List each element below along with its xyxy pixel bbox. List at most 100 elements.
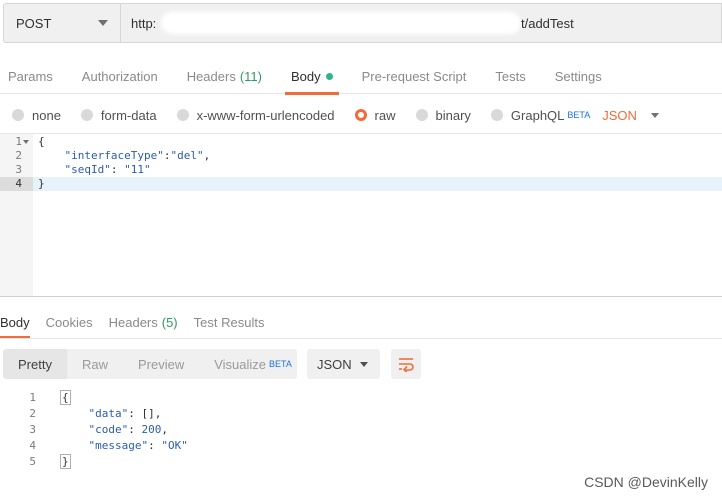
matched-brace: { [60, 390, 71, 405]
request-tabs: Params Authorization Headers (11) Body Pr… [0, 58, 722, 95]
json-end: , [161, 423, 168, 436]
code-text: { [38, 135, 45, 148]
json-value: "del" [170, 149, 204, 162]
code-text: { [60, 390, 71, 406]
code-text: "data": [], [62, 406, 162, 422]
view-raw[interactable]: Raw [67, 349, 123, 379]
radio-circle-icon [80, 109, 93, 121]
response-format-label: JSON [317, 356, 352, 372]
code-line: 1 { [0, 135, 722, 149]
view-visualize[interactable]: Visualize BETA [199, 349, 307, 379]
response-line: 1 { [0, 390, 722, 406]
radio-raw[interactable]: raw [354, 108, 396, 123]
json-sep: : [148, 439, 162, 452]
line-number: 2 [15, 149, 22, 162]
radio-graphql[interactable]: GraphQL BETA [490, 107, 591, 123]
json-key: "message" [88, 439, 149, 452]
json-key: "code" [88, 423, 129, 436]
radio-label: GraphQL [510, 107, 565, 123]
tab-settings[interactable]: Settings [547, 58, 610, 94]
tab-label: Tests [495, 68, 526, 84]
response-line: 5 } [0, 454, 722, 470]
line-number: 5 [29, 455, 36, 468]
response-tab-cookies[interactable]: Cookies [46, 308, 93, 336]
view-label: Raw [81, 356, 108, 372]
wrap-lines-icon [399, 358, 414, 372]
code-text: "message": "OK" [62, 438, 188, 454]
response-line: 3 "code": 200, [0, 422, 722, 438]
request-body-editor[interactable]: 1 { 2 "interfaceType":"del", 3 "seqId": … [0, 133, 722, 297]
method-label: POST [16, 15, 52, 31]
tab-params[interactable]: Params [0, 58, 61, 94]
tab-headers[interactable]: Headers (11) [179, 58, 270, 94]
json-value: "11" [124, 163, 151, 176]
json-key: "data" [88, 407, 129, 420]
response-line: 2 "data": [], [0, 406, 722, 422]
radio-label: binary [435, 107, 471, 123]
response-tabs: Body Cookies Headers (5) Test Results [0, 308, 280, 338]
radio-label: form-data [100, 107, 157, 123]
method-select[interactable]: POST [3, 3, 121, 43]
json-key: "seqId" [64, 163, 111, 176]
url-input[interactable]: http: t/addTest [121, 3, 722, 43]
line-number: 4 [0, 177, 33, 191]
view-preview[interactable]: Preview [123, 349, 199, 379]
tab-label: Settings [554, 68, 602, 84]
line-number: 1 [15, 135, 22, 148]
tab-label: Body [0, 314, 30, 330]
pane-divider[interactable] [0, 296, 722, 297]
response-format-select[interactable]: JSON [307, 349, 380, 379]
code-text: "interfaceType":"del", [38, 149, 211, 163]
radio-circle-selected-icon [354, 109, 367, 121]
matched-brace: } [60, 454, 71, 469]
json-sep: : [110, 163, 125, 176]
tab-tests[interactable]: Tests [487, 58, 533, 94]
radio-circle-icon [490, 109, 503, 121]
tab-label: Body [290, 68, 321, 84]
request-url-bar: POST http: t/addTest [3, 3, 722, 43]
radio-circle-icon [12, 109, 24, 121]
body-format-label: JSON [602, 107, 637, 123]
response-line: 4 "message": "OK" [0, 438, 722, 454]
code-text: } [60, 454, 71, 470]
line-number: 3 [15, 163, 22, 176]
view-pretty[interactable]: Pretty [3, 349, 67, 379]
beta-badge: BETA [269, 359, 292, 369]
code-line-active: 4 } [0, 177, 722, 191]
chevron-down-icon [98, 20, 108, 26]
beta-badge: BETA [567, 110, 591, 120]
code-text: "code": 200, [62, 422, 169, 438]
radio-circle-icon [176, 109, 189, 121]
radio-label: x-www-form-urlencoded [196, 107, 335, 123]
json-value: "OK" [161, 439, 188, 452]
radio-label: none [32, 107, 61, 123]
wrap-lines-button[interactable] [391, 349, 421, 379]
chevron-down-icon [360, 361, 368, 367]
radio-binary[interactable]: binary [415, 107, 471, 123]
tab-authorization[interactable]: Authorization [74, 58, 166, 94]
headers-count: (11) [239, 68, 262, 84]
response-tab-headers[interactable]: Headers (5) [109, 308, 178, 336]
code-line: 3 "seqId": "11" [0, 163, 722, 177]
tab-label: Headers [108, 314, 158, 330]
radio-x-www-form-urlencoded[interactable]: x-www-form-urlencoded [176, 107, 335, 123]
radio-none[interactable]: none [12, 108, 61, 123]
response-view-tabs: Pretty Raw Preview Visualize BETA [3, 349, 297, 379]
response-tab-test-results[interactable]: Test Results [194, 308, 265, 336]
body-type-options: none form-data x-www-form-urlencoded raw… [12, 104, 659, 126]
redacted-url-blur [161, 12, 521, 34]
tab-label: Authorization [81, 68, 158, 84]
fold-arrow-icon[interactable] [23, 140, 29, 144]
line-number: 1 [29, 391, 36, 404]
body-modified-dot-icon [325, 72, 333, 80]
json-key: "interfaceType" [64, 149, 164, 162]
json-sep: : [128, 407, 142, 420]
code-line: 2 "interfaceType":"del", [0, 149, 722, 163]
body-format-select[interactable]: JSON [602, 108, 659, 123]
tab-body[interactable]: Body [283, 58, 341, 95]
tab-pre-request-script[interactable]: Pre-request Script [354, 58, 475, 94]
line-number: 3 [29, 423, 36, 436]
response-tab-body[interactable]: Body [0, 308, 30, 338]
radio-form-data[interactable]: form-data [80, 107, 157, 123]
radio-circle-icon [415, 109, 428, 121]
